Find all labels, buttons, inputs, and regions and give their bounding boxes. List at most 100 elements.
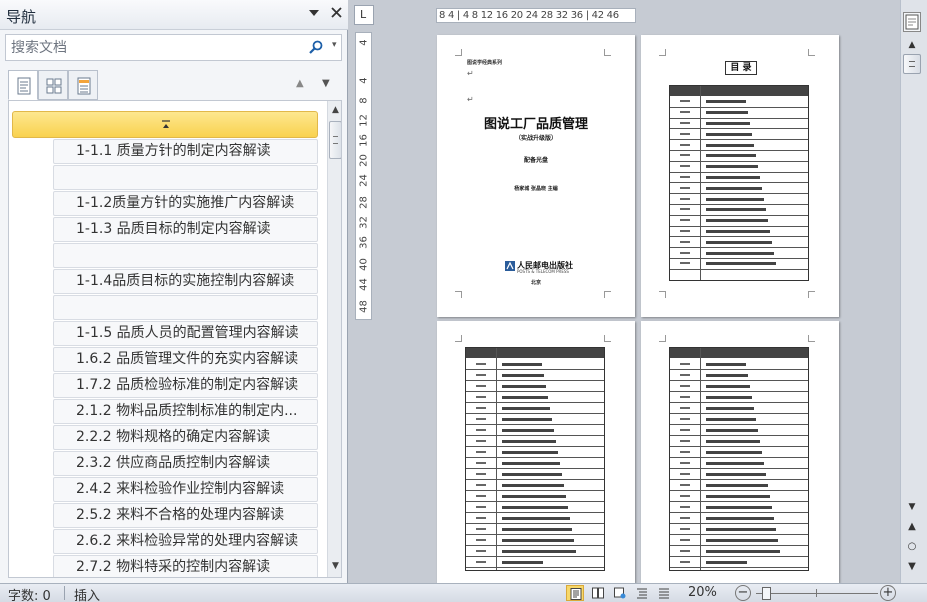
toc-row-line	[670, 457, 808, 458]
full-screen-reading-button[interactable]	[589, 585, 607, 601]
nav-heading-item[interactable]: 1.7.2 品质检验标准的制定内容解读	[53, 373, 318, 398]
nav-close-button[interactable]	[328, 6, 344, 24]
nav-heading-item[interactable]: 1-1.4品质目标的实施控制内容解读	[53, 269, 318, 294]
toc-row-line	[670, 413, 808, 414]
nav-heading-item[interactable]: 1-1.5 品质人员的配置管理内容解读	[53, 321, 318, 346]
zoom-in-button[interactable]: +	[880, 585, 896, 601]
document-page-toc-continued-2[interactable]	[641, 321, 839, 583]
toc-row-text	[706, 417, 756, 421]
draft-view-button[interactable]	[655, 585, 673, 601]
nav-heading-item[interactable]: 1.6.2 品质管理文件的充实内容解读	[53, 347, 318, 372]
ruler-tick: 24	[358, 174, 370, 187]
nav-scrollbar[interactable]: ▲ ▼	[327, 101, 341, 577]
toc-row-text	[706, 472, 766, 476]
nav-heading-item[interactable]: 1-1.3 品质目标的制定内容解读	[53, 217, 318, 242]
search-icon[interactable]	[308, 39, 324, 55]
select-browse-object-button[interactable]: ○	[903, 540, 921, 554]
toc-row-text	[706, 560, 747, 564]
crop-mark	[455, 291, 462, 298]
search-options-dropdown[interactable]: ▾	[332, 40, 337, 50]
toc-row-text	[706, 230, 770, 233]
toc-row-line	[670, 479, 808, 480]
nav-scroll-down-button[interactable]: ▼	[328, 557, 341, 575]
nav-heading-item[interactable]: 2.7.2 物料特采的控制内容解读	[53, 555, 318, 577]
scroll-up-button[interactable]: ▲	[903, 38, 921, 52]
toc-row-text	[502, 483, 564, 487]
document-scrollbar[interactable]	[900, 0, 927, 583]
toc-column-divider	[496, 348, 497, 570]
view-ruler-button[interactable]	[903, 12, 921, 32]
collapse-all-bar[interactable]	[12, 111, 318, 138]
scroll-down-button[interactable]: ▼	[903, 500, 921, 514]
toc-row-line	[466, 501, 604, 502]
zoom-out-button[interactable]: −	[735, 585, 751, 601]
zoom-100-tick	[816, 589, 817, 597]
outline-view-button[interactable]	[633, 585, 651, 601]
vertical-ruler[interactable]: 4 4 8 12 16 20 24 28 32 36 40 44 48	[355, 32, 372, 320]
document-page-title[interactable]: 图说学经典系列 ↵ ↵ 图说工厂品质管理 （实战升级版） 配备光盘 杨家城 张晶…	[437, 35, 635, 317]
next-heading-button[interactable]: ▼	[322, 78, 330, 89]
crop-mark	[455, 49, 462, 56]
previous-heading-button[interactable]: ▲	[296, 78, 304, 89]
print-layout-button[interactable]	[566, 585, 584, 601]
previous-page-button[interactable]: ▲	[903, 520, 921, 534]
nav-heading-item[interactable]	[53, 243, 318, 268]
word-count[interactable]: 字数: 0	[8, 585, 51, 602]
paragraph-mark-icon: ↵	[467, 69, 474, 78]
nav-heading-item[interactable]	[53, 295, 318, 320]
navigation-pane: 导航 ▾	[0, 0, 348, 583]
nav-heading-item[interactable]: 1-1.1 质量方针的制定内容解读	[53, 139, 318, 164]
document-scroll-thumb[interactable]	[903, 54, 921, 74]
book-title: 图说工厂品质管理	[483, 117, 588, 132]
zoom-level[interactable]: 20%	[688, 585, 717, 600]
toc-row-number	[680, 132, 690, 135]
horizontal-ruler[interactable]: 8 4 | 4 8 12 16 20 24 28 32 36 | 42 46	[436, 8, 636, 23]
nav-heading-item[interactable]: 2.1.2 物料品质控制标准的制定内...	[53, 399, 318, 424]
toc-row-number	[476, 461, 486, 464]
toc-row-number	[680, 450, 690, 453]
nav-scroll-thumb[interactable]	[329, 121, 341, 159]
nav-heading-item[interactable]: 2.4.2 来料检验作业控制内容解读	[53, 477, 318, 502]
tab-browse-pages[interactable]	[38, 70, 68, 100]
ruler-tick: 16	[358, 134, 370, 147]
nav-heading-item[interactable]: 2.6.2 来料检验异常的处理内容解读	[53, 529, 318, 554]
zoom-slider-track[interactable]	[756, 593, 878, 594]
nav-heading-item[interactable]: 2.5.2 来料不合格的处理内容解读	[53, 503, 318, 528]
search-input[interactable]	[6, 35, 296, 60]
toc-row-line	[466, 523, 604, 524]
insert-mode[interactable]: 插入	[74, 585, 100, 602]
toc-row-text	[706, 186, 762, 190]
nav-heading-item[interactable]: 1-1.2质量方针的实施推广内容解读	[53, 191, 318, 216]
toc-row-line	[670, 236, 808, 238]
toc-row-line	[466, 380, 604, 381]
document-page-toc-continued[interactable]	[437, 321, 635, 583]
toc-row-text	[706, 395, 752, 399]
web-layout-button[interactable]	[611, 585, 629, 601]
tab-selector[interactable]: L	[354, 5, 374, 25]
tab-browse-results[interactable]	[68, 70, 98, 100]
next-page-button[interactable]: ▼	[903, 560, 921, 574]
toc-row-line	[466, 413, 604, 414]
nav-heading-item[interactable]: 2.2.2 物料规格的确定内容解读	[53, 425, 318, 450]
toc-row-number	[476, 362, 486, 365]
toc-row-text	[706, 122, 750, 125]
publisher-logo-icon	[505, 261, 515, 271]
toc-row-line	[670, 225, 808, 227]
toc-row-text	[706, 154, 756, 158]
toc-row-text	[502, 406, 550, 410]
crop-mark	[604, 49, 611, 56]
publisher-name-english: POSTS & TELECOM PRESS	[517, 269, 569, 274]
book-series: 图说学经典系列	[467, 60, 503, 66]
toc-row-number	[680, 197, 690, 200]
nav-heading-item[interactable]	[53, 165, 318, 190]
toc-row-text	[706, 450, 762, 454]
nav-menu-button[interactable]	[306, 6, 322, 24]
tab-browse-headings[interactable]	[8, 70, 38, 100]
zoom-slider-thumb[interactable]	[762, 587, 771, 600]
toc-row-line	[670, 106, 808, 108]
nav-scroll-up-button[interactable]: ▲	[328, 101, 341, 119]
document-page-toc[interactable]: 目 录	[641, 35, 839, 317]
ruler-tick: 32	[358, 216, 370, 229]
nav-heading-item[interactable]: 2.3.2 供应商品质控制内容解读	[53, 451, 318, 476]
toc-row-number	[680, 240, 690, 243]
